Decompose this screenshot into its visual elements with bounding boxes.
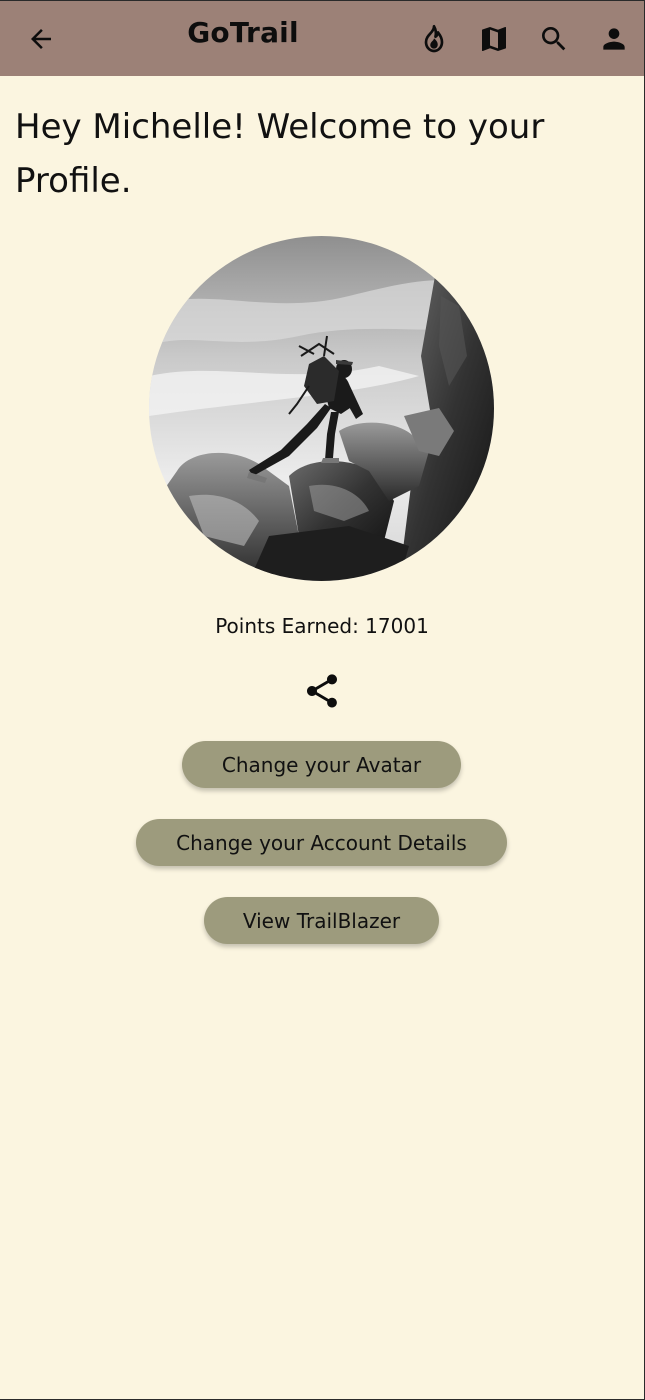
app-bar: GoTrail <box>0 0 644 76</box>
points-earned: Points Earned: 17001 <box>215 614 429 638</box>
person-icon <box>603 28 625 50</box>
profile-greeting: Hey Michelle! Welcome to your Profile. <box>15 107 545 201</box>
change-avatar-button[interactable]: Change your Avatar <box>182 741 461 788</box>
view-trailblazer-button[interactable]: View TrailBlazer <box>204 897 439 944</box>
hiker-photo <box>149 236 494 581</box>
change-account-details-button[interactable]: Change your Account Details <box>136 819 507 866</box>
fire-icon <box>424 25 444 53</box>
profile-screen: GoTrail Hey Michelle! Welcome to your Pr… <box>0 0 645 1400</box>
streak-button[interactable] <box>414 19 454 59</box>
profile-button[interactable] <box>594 19 634 59</box>
map-button[interactable] <box>474 19 514 59</box>
share-button[interactable] <box>301 670 343 712</box>
search-icon <box>542 27 566 51</box>
search-button[interactable] <box>534 19 574 59</box>
map-icon <box>482 27 506 51</box>
share-icon <box>307 674 337 708</box>
profile-avatar <box>149 236 494 581</box>
